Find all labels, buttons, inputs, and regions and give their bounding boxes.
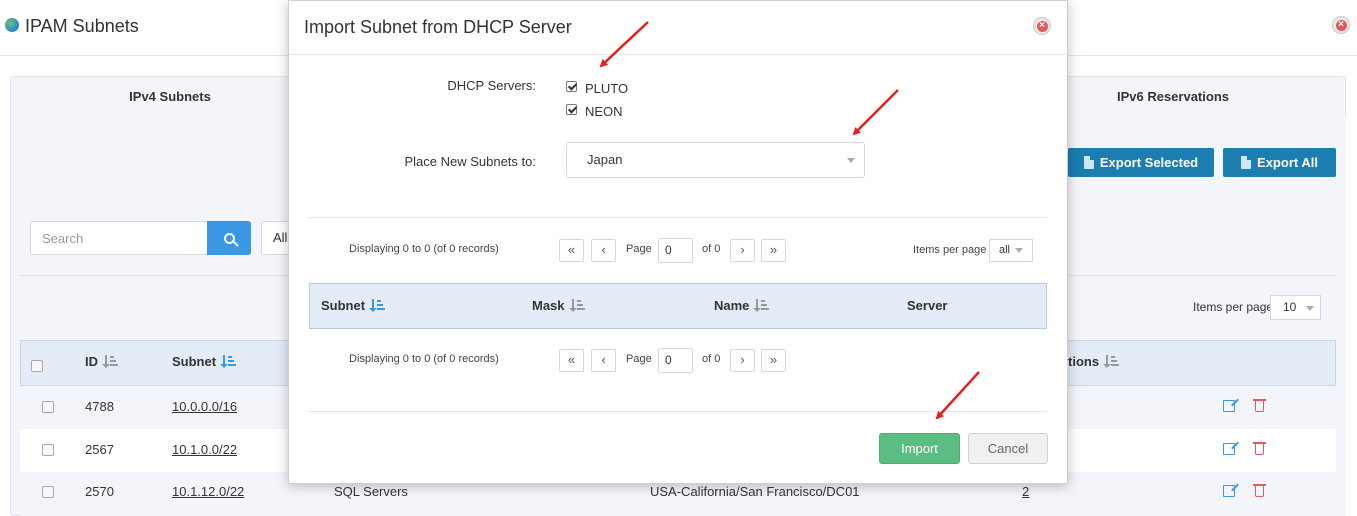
divider [309,411,1047,412]
server-label-neon: NEON [585,104,623,119]
export-all-button[interactable]: Export All [1223,148,1336,177]
server-checkbox-pluto[interactable] [566,81,577,92]
delete-icon[interactable] [1253,442,1266,455]
place-subnets-label: Place New Subnets to: [404,154,536,169]
import-dialog: Import Subnet from DHCP Server × DHCP Se… [288,0,1068,484]
page-count: of 0 [702,243,721,255]
row-checkbox[interactable] [42,444,54,456]
globe-icon [5,18,19,32]
import-button[interactable]: Import [879,433,960,464]
pager-status: Displaying 0 to 0 (of 0 records) [349,353,499,365]
row-location: USA-California/San Francisco/DC01 [650,484,860,499]
column-header-mask[interactable]: Mask [532,298,585,313]
delete-icon[interactable] [1253,484,1266,497]
pager-status: Displaying 0 to 0 (of 0 records) [349,243,499,255]
next-page-button[interactable]: › [730,349,755,372]
first-page-button[interactable]: « [559,349,584,372]
row-subnet-link[interactable]: 10.0.0.0/16 [172,399,237,414]
row-id: 4788 [85,399,114,414]
dhcp-servers-label: DHCP Servers: [447,78,536,93]
delete-icon[interactable] [1253,399,1266,412]
close-icon[interactable]: × [1033,17,1051,35]
page-input[interactable]: 0 [658,348,693,373]
row-subnet-link[interactable]: 10.1.0.0/22 [172,442,237,457]
search-button[interactable] [207,221,251,255]
row-name: SQL Servers [334,484,408,499]
select-all-checkbox[interactable] [31,360,43,372]
items-per-page-label: Items per page [913,244,987,256]
cancel-button[interactable]: Cancel [968,433,1048,464]
close-icon[interactable]: × [1332,16,1350,34]
row-count-link[interactable]: 2 [1022,484,1029,499]
row-id: 2567 [85,442,114,457]
page-label: Page [626,353,652,365]
items-per-page-label: Items per page [1193,300,1274,314]
page: IPAM Subnets × IPv4 Subnets IPv6 Reserva… [0,0,1357,516]
tab-ipv4-subnets[interactable]: IPv4 Subnets [10,76,330,118]
page-count: of 0 [702,353,721,365]
dialog-header: Import Subnet from DHCP Server × [289,1,1067,55]
sort-icon [102,355,118,368]
column-header-subnet[interactable]: Subnet [172,354,237,369]
divider [309,217,1047,218]
search-icon [223,232,235,244]
prev-page-button[interactable]: ‹ [591,349,616,372]
row-checkbox[interactable] [42,486,54,498]
column-header-id[interactable]: ID [85,354,118,369]
items-per-page-select[interactable]: all [989,239,1033,262]
next-page-button[interactable]: › [730,239,755,262]
edit-icon[interactable] [1223,485,1235,497]
sort-icon [753,299,770,312]
first-page-button[interactable]: « [559,239,584,262]
last-page-button[interactable]: » [761,349,786,372]
chevron-down-icon [847,158,855,163]
row-subnet-link[interactable]: 10.1.12.0/22 [172,484,244,499]
sort-icon [568,299,585,312]
chevron-down-icon [1015,248,1023,253]
file-icon [1241,156,1252,169]
edit-icon[interactable] [1223,400,1235,412]
chevron-down-icon [1306,306,1314,311]
search-input[interactable]: Search [30,221,208,255]
column-header-name[interactable]: Name [714,298,770,313]
tab-ipv6-reservations[interactable]: IPv6 Reservations [1070,76,1276,118]
server-label-pluto: PLUTO [585,81,629,96]
place-subnets-select[interactable]: Japan [566,142,865,178]
last-page-button[interactable]: » [761,239,786,262]
page-label: Page [626,243,652,255]
server-checkbox-neon[interactable] [566,104,577,115]
export-selected-button[interactable]: Export Selected [1068,148,1214,177]
column-header-subnet[interactable]: Subnet [321,298,386,313]
page-input[interactable]: 0 [658,238,693,263]
sort-icon [220,355,237,368]
column-header-server[interactable]: Server [907,298,947,313]
file-icon [1083,156,1094,169]
items-per-page-select[interactable]: 10 [1270,295,1321,320]
prev-page-button[interactable]: ‹ [591,239,616,262]
edit-icon[interactable] [1223,443,1235,455]
sort-icon [1103,355,1120,368]
row-checkbox[interactable] [42,401,54,413]
sort-icon [369,299,386,312]
dialog-title: Import Subnet from DHCP Server [304,17,572,37]
page-title: IPAM Subnets [25,16,139,36]
row-id: 2570 [85,484,114,499]
column-header-locations[interactable]: tions [1068,354,1120,369]
